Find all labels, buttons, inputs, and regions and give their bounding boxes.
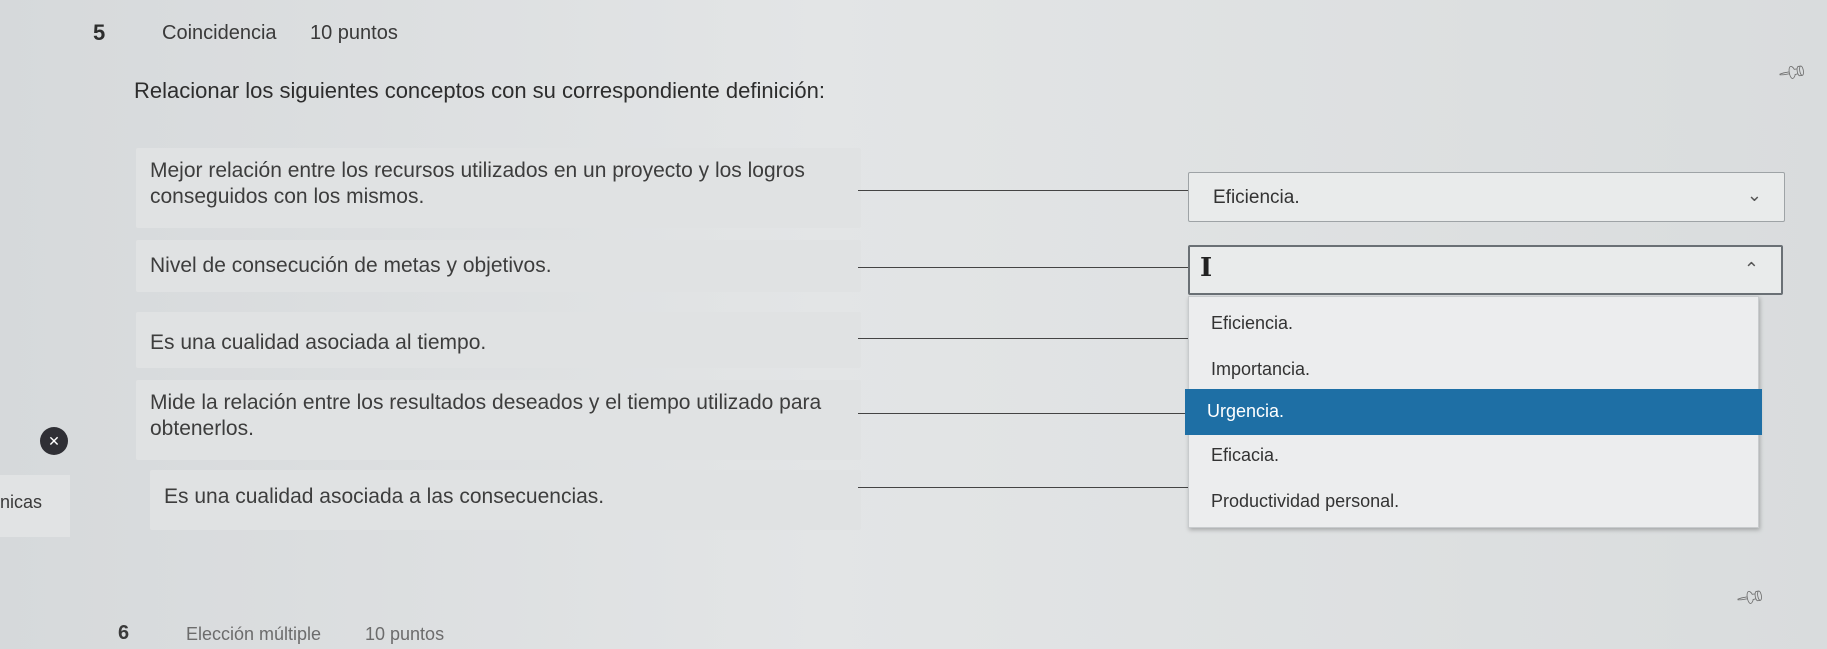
prompt-item: Mide la relación entre los resultados de… (136, 380, 861, 460)
dropdown-option[interactable]: Eficacia. (1189, 433, 1758, 479)
question-number: 6 (118, 622, 130, 644)
prompt-item: Mejor relación entre los recursos utiliz… (136, 148, 861, 228)
dropdown-option[interactable]: Productividad personal. (1189, 479, 1758, 525)
prompt-item: Es una cualidad asociada a las consecuen… (150, 470, 861, 530)
question-instruction: Relacionar los siguientes conceptos con … (134, 78, 825, 103)
dropdown-option-highlighted[interactable]: Urgencia. (1185, 389, 1762, 435)
dropdown-option[interactable]: Importancia. (1189, 347, 1758, 393)
pin-icon[interactable]: 📌︎ (1733, 580, 1768, 615)
question-points: 10 puntos (365, 624, 445, 644)
side-panel-label: nicas (0, 492, 43, 512)
dropdown-option[interactable]: Eficiencia. (1189, 301, 1758, 347)
connector-line (858, 487, 1198, 488)
answer-select-value: Eficiencia. (1213, 187, 1300, 208)
close-icon: ✕ (40, 427, 68, 455)
question-points: 10 puntos (310, 22, 398, 44)
question-type: Coincidencia (162, 22, 277, 44)
pin-icon[interactable]: 📌︎ (1775, 55, 1810, 90)
connector-line (858, 338, 1198, 339)
dropdown-menu: Eficiencia. Importancia. Urgencia. Efica… (1185, 296, 1762, 528)
chevron-up-icon: ⌃ (1743, 259, 1759, 279)
chevron-down-icon: ⌄ (1746, 185, 1762, 205)
question-type: Elección múltiple (186, 624, 322, 644)
answer-select-1[interactable]: Eficiencia. ⌄ (1188, 172, 1785, 222)
prompt-item: Es una cualidad asociada al tiempo. (136, 312, 861, 368)
connector-line (858, 190, 1198, 191)
connector-line (858, 413, 1198, 414)
prompt-item: Nivel de consecución de metas y objetivo… (136, 240, 861, 292)
connector-line (858, 267, 1198, 268)
question-number: 5 (93, 20, 106, 45)
text-cursor-icon: I (1200, 253, 1213, 283)
answer-select-2[interactable]: I ⌃ (1188, 245, 1783, 295)
